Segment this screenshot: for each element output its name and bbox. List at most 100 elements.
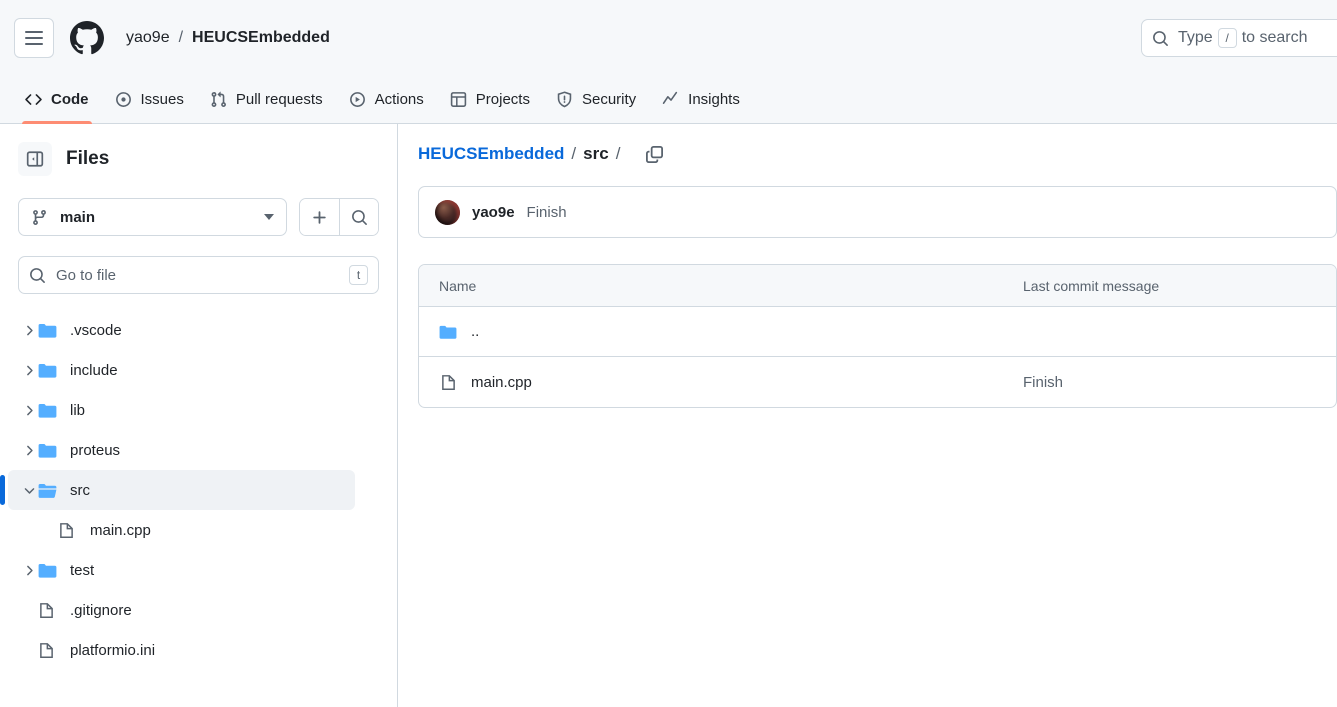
tree-item-label: lib xyxy=(70,401,86,419)
app-header: yao9e / HEUCSEmbedded Type / to search xyxy=(0,0,1337,76)
tree-item-label: platformio.ini xyxy=(70,641,156,659)
repo-nav-tabs: Code Issues Pull requests Actions Projec… xyxy=(0,76,1337,124)
tree-item-platformio-ini[interactable]: platformio.ini xyxy=(8,630,355,670)
tab-actions[interactable]: Actions xyxy=(338,76,435,123)
avatar[interactable] xyxy=(435,199,460,225)
go-to-file-placeholder: Go to file xyxy=(56,266,117,284)
branch-controls: main xyxy=(0,176,397,236)
chevron-right-icon xyxy=(20,564,38,577)
tree-item-label: main.cpp xyxy=(90,521,151,539)
graph-icon xyxy=(662,91,678,105)
folder-icon xyxy=(38,441,66,460)
tab-actions-label: Actions xyxy=(374,91,424,108)
tree-item-label: proteus xyxy=(70,441,121,459)
tab-issues[interactable]: Issues xyxy=(104,76,195,123)
tab-pull-requests-label: Pull requests xyxy=(235,91,323,108)
branch-name-label: main xyxy=(60,208,96,226)
breadcrumb-current-folder: src xyxy=(583,144,609,163)
issue-opened-icon xyxy=(115,92,131,107)
code-icon xyxy=(25,94,42,105)
tree-item-label: src xyxy=(70,481,90,499)
chevron-right-icon xyxy=(20,364,38,377)
chevron-down-icon xyxy=(20,484,38,497)
parent-directory-link[interactable]: .. xyxy=(471,323,479,340)
table-header-row: Name Last commit message xyxy=(419,265,1336,307)
search-icon xyxy=(351,209,367,225)
tab-projects-label: Projects xyxy=(475,91,530,108)
breadcrumb-separator: / xyxy=(178,29,184,46)
tab-insights[interactable]: Insights xyxy=(651,76,751,123)
breadcrumb-owner-link[interactable]: yao9e xyxy=(126,29,170,47)
file-tree: .vscode include lib proteus src main.cpp… xyxy=(0,310,397,670)
tree-item-label: include xyxy=(70,361,118,379)
sidebar-search-button[interactable] xyxy=(339,199,378,235)
folder-icon xyxy=(38,561,66,580)
tree-item-main-cpp[interactable]: main.cpp xyxy=(8,510,355,550)
file-listing-table: Name Last commit message .. main.cpp Fin… xyxy=(418,264,1337,408)
tab-projects[interactable]: Projects xyxy=(439,76,541,123)
chevron-down-icon xyxy=(264,214,275,220)
breadcrumb-repo-link[interactable]: HEUCSEmbedded xyxy=(192,29,330,47)
file-icon xyxy=(439,374,457,391)
global-nav-menu-button[interactable] xyxy=(14,18,54,58)
file-icon xyxy=(38,602,66,619)
breadcrumb-separator: / xyxy=(615,144,621,163)
sidebar-collapse-icon xyxy=(26,151,44,167)
go-to-file-input[interactable]: Go to file t xyxy=(18,256,379,294)
tree-item-include[interactable]: include xyxy=(8,350,355,390)
folder-icon xyxy=(38,401,66,420)
sidebar-collapse-button[interactable] xyxy=(18,142,52,176)
files-panel-title: Files xyxy=(66,148,110,169)
global-search-placeholder: Type / to search xyxy=(1178,28,1308,48)
hamburger-icon-bar xyxy=(25,31,43,33)
tree-item-test[interactable]: test xyxy=(8,550,355,590)
file-link[interactable]: main.cpp xyxy=(471,374,532,391)
file-name-cell: .. xyxy=(419,323,1023,341)
path-breadcrumb: HEUCSEmbedded / src / xyxy=(418,144,1337,164)
tab-security[interactable]: Security xyxy=(545,76,647,123)
tree-item-label: .vscode xyxy=(70,321,122,339)
tab-code[interactable]: Code xyxy=(14,76,100,124)
tab-pull-requests[interactable]: Pull requests xyxy=(199,76,334,123)
tree-item-vscode[interactable]: .vscode xyxy=(8,310,355,350)
folder-icon xyxy=(439,323,457,341)
tree-item-lib[interactable]: lib xyxy=(8,390,355,430)
add-file-button[interactable] xyxy=(300,199,340,235)
tree-item-label: .gitignore xyxy=(70,601,132,619)
github-logo[interactable] xyxy=(70,21,104,55)
hamburger-icon-bar xyxy=(25,43,43,45)
latest-commit-bar: yao9e Finish xyxy=(418,186,1337,238)
tree-item-label: test xyxy=(70,561,95,579)
search-icon xyxy=(1153,30,1168,46)
commit-message-link[interactable]: Finish xyxy=(527,204,567,221)
table-icon xyxy=(450,92,466,107)
table-row[interactable]: .. xyxy=(419,307,1336,357)
file-icon xyxy=(38,642,66,659)
global-search-input[interactable]: Type / to search xyxy=(1141,19,1337,57)
commit-author-link[interactable]: yao9e xyxy=(472,204,515,221)
breadcrumb-repo-root-link[interactable]: HEUCSEmbedded xyxy=(418,144,564,164)
repo-breadcrumb: yao9e / HEUCSEmbedded xyxy=(126,29,330,47)
table-row[interactable]: main.cpp Finish xyxy=(419,357,1336,407)
tab-insights-label: Insights xyxy=(688,91,740,108)
file-tree-sidebar: Files main Go to file t .vscode include … xyxy=(0,124,398,707)
go-to-file-shortcut: t xyxy=(349,265,368,285)
folder-icon xyxy=(38,361,66,380)
git-branch-icon xyxy=(33,209,46,225)
file-icon xyxy=(58,522,86,539)
hamburger-icon-bar xyxy=(25,37,43,39)
play-icon xyxy=(349,92,365,107)
tree-item-src[interactable]: src xyxy=(0,470,355,510)
tree-item-gitignore[interactable]: .gitignore xyxy=(8,590,355,630)
branch-selector[interactable]: main xyxy=(18,198,288,236)
last-commit-message-cell[interactable]: Finish xyxy=(1023,374,1336,391)
column-header-name: Name xyxy=(439,277,477,294)
chevron-right-icon xyxy=(20,404,38,417)
chevron-right-icon xyxy=(20,324,38,337)
tab-issues-label: Issues xyxy=(140,91,184,108)
search-key-hint: / xyxy=(1217,28,1237,48)
copy-path-button[interactable] xyxy=(645,145,664,164)
tree-item-proteus[interactable]: proteus xyxy=(8,430,355,470)
shield-icon xyxy=(557,91,572,108)
search-placeholder-after: to search xyxy=(1241,29,1308,46)
